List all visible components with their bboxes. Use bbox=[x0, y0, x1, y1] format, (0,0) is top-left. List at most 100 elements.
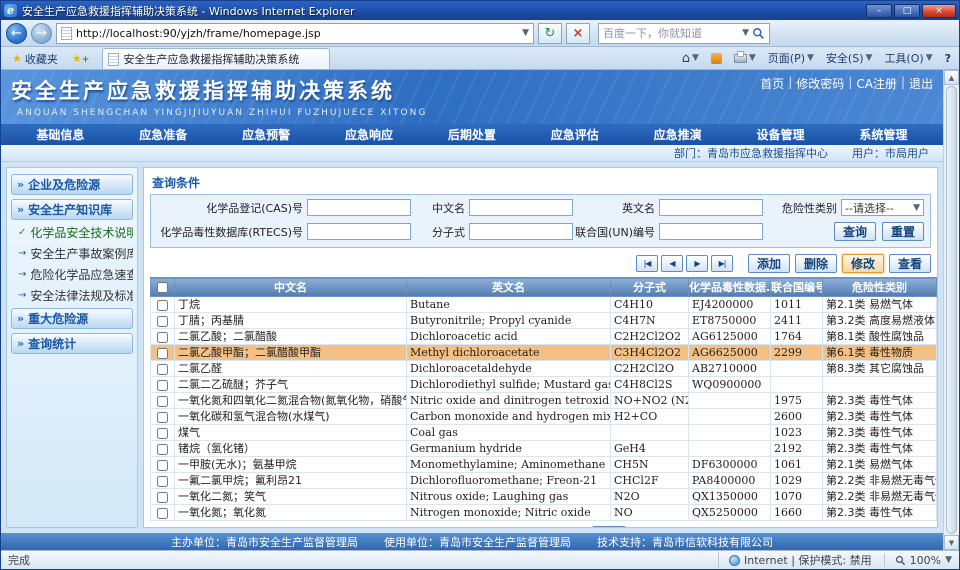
table-row[interactable]: 一氧化碳和氢气混合物(水煤气)Carbon monoxide and hydro… bbox=[151, 409, 937, 425]
query-input[interactable] bbox=[469, 199, 573, 216]
back-button[interactable]: ← bbox=[6, 23, 27, 44]
sidebar-group[interactable]: »查询统计 bbox=[11, 333, 133, 354]
row-checkbox[interactable] bbox=[157, 348, 168, 359]
nav-item[interactable]: 应急响应 bbox=[345, 126, 393, 143]
nav-item[interactable]: 系统管理 bbox=[859, 126, 907, 143]
table-cell: Germanium hydride bbox=[407, 441, 611, 457]
nav-item[interactable]: 应急推演 bbox=[654, 126, 702, 143]
scroll-down-icon[interactable]: ▼ bbox=[944, 535, 959, 550]
hazard-class-select[interactable]: --请选择--▼ bbox=[841, 199, 924, 216]
action-button-查看[interactable]: 查看 bbox=[889, 254, 931, 273]
search-input[interactable]: 百度一下，你就知道 bbox=[603, 25, 739, 41]
row-checkbox[interactable] bbox=[157, 508, 168, 519]
refresh-button[interactable]: ↻ bbox=[538, 23, 562, 44]
feeds-button[interactable] bbox=[707, 52, 726, 65]
nav-item[interactable]: 基础信息 bbox=[36, 126, 84, 143]
query-input[interactable] bbox=[469, 223, 573, 240]
address-input[interactable]: http://localhost:90/yjzh/frame/homepage.… bbox=[56, 23, 534, 44]
row-checkbox[interactable] bbox=[157, 460, 168, 471]
table-row[interactable]: 一氟二氯甲烷；氟利昂21Dichlorofluoromethane; Freon… bbox=[151, 473, 937, 489]
sidebar-item[interactable]: →安全生产事故案例库 bbox=[11, 245, 133, 262]
menu-button[interactable]: 页面(P)▼ bbox=[764, 49, 818, 67]
query-input[interactable] bbox=[307, 199, 411, 216]
forward-button[interactable]: → bbox=[31, 23, 52, 44]
menu-button[interactable]: 安全(S)▼ bbox=[822, 49, 877, 67]
query-input[interactable] bbox=[307, 223, 411, 240]
nav-item[interactable]: 后期处置 bbox=[448, 126, 496, 143]
table-row[interactable]: 丁腈；丙基腈Butyronitrile; Propyl cyanideC4H7N… bbox=[151, 313, 937, 329]
minimize-button[interactable]: – bbox=[866, 4, 892, 18]
table-row[interactable]: 丁烷ButaneC4H10EJ42000001011第2.1类 易燃气体 bbox=[151, 297, 937, 313]
table-row[interactable]: 二氯乙醛DichloroacetaldehydeC2H2Cl2OAB271000… bbox=[151, 361, 937, 377]
row-checkbox[interactable] bbox=[157, 380, 168, 391]
search-button[interactable]: 查询 bbox=[834, 222, 876, 241]
stop-button[interactable]: × bbox=[566, 23, 590, 44]
table-row[interactable]: 二氯乙酸；二氯醋酸Dichloroacetic acidC2H2Cl2O2AG6… bbox=[151, 329, 937, 345]
last-page-button[interactable]: ▶| bbox=[711, 255, 733, 272]
print-button[interactable]: ▼ bbox=[730, 52, 760, 64]
prev-page-button[interactable]: ◀ bbox=[661, 255, 683, 272]
row-checkbox[interactable] bbox=[157, 412, 168, 423]
nav-item[interactable]: 应急评估 bbox=[551, 126, 599, 143]
table-row[interactable]: 一氧化氮；氧化氮Nitrogen monoxide; Nitric oxideN… bbox=[151, 505, 937, 521]
favorites-button[interactable]: ★ 收藏夹 bbox=[5, 49, 65, 68]
zoom-dropdown-icon[interactable]: ▼ bbox=[945, 555, 952, 565]
query-input[interactable] bbox=[659, 223, 763, 240]
first-page-button[interactable]: |◀ bbox=[636, 255, 658, 272]
search-box[interactable]: 百度一下，你就知道 ▼ bbox=[598, 23, 770, 44]
row-checkbox[interactable] bbox=[157, 444, 168, 455]
sidebar-group[interactable]: »企业及危险源 bbox=[11, 174, 133, 195]
row-checkbox[interactable] bbox=[157, 332, 168, 343]
zoom-control[interactable]: 100% ▼ bbox=[884, 554, 952, 567]
row-checkbox[interactable] bbox=[157, 428, 168, 439]
table-row[interactable]: 一甲胺(无水)；氨基甲烷Monomethylamine; Aminomethan… bbox=[151, 457, 937, 473]
address-dropdown-icon[interactable]: ▼ bbox=[522, 28, 529, 38]
next-page-button[interactable]: ▶ bbox=[686, 255, 708, 272]
select-all-checkbox[interactable] bbox=[157, 282, 168, 293]
table-row[interactable]: 二氯乙酸甲酯；二氯醋酸甲酯Methyl dichloroacetateC3H4C… bbox=[151, 345, 937, 361]
action-button-修改[interactable]: 修改 bbox=[842, 254, 884, 273]
vertical-scrollbar[interactable]: ▲ ▼ bbox=[943, 70, 959, 550]
table-row[interactable]: 二氯二乙硫醚；芥子气Dichlorodiethyl sulfide; Musta… bbox=[151, 377, 937, 393]
table-row[interactable]: 锗烷（氢化锗）Germanium hydrideGeH42192第2.3类 毒性… bbox=[151, 441, 937, 457]
sidebar-group[interactable]: »安全生产知识库 bbox=[11, 199, 133, 220]
action-button-添加[interactable]: 添加 bbox=[748, 254, 790, 273]
row-checkbox[interactable] bbox=[157, 396, 168, 407]
add-favorite-button[interactable]: ★+ bbox=[65, 49, 97, 68]
sidebar-group[interactable]: »重大危险源 bbox=[11, 308, 133, 329]
header-link[interactable]: 首页 bbox=[760, 75, 784, 92]
reset-button[interactable]: 重置 bbox=[882, 222, 924, 241]
row-checkbox[interactable] bbox=[157, 316, 168, 327]
nav-item[interactable]: 设备管理 bbox=[757, 126, 805, 143]
query-input[interactable] bbox=[659, 199, 763, 216]
row-checkbox[interactable] bbox=[157, 364, 168, 375]
row-checkbox[interactable] bbox=[157, 476, 168, 487]
browser-tab[interactable]: 安全生产应急救援指挥辅助决策系统 bbox=[102, 48, 330, 69]
menu-button[interactable]: 工具(O)▼ bbox=[880, 49, 936, 67]
row-checkbox[interactable] bbox=[157, 492, 168, 503]
chevrons-icon: » bbox=[17, 337, 24, 350]
goto-page-button[interactable]: 转到 bbox=[592, 526, 626, 528]
sidebar-item[interactable]: ✓化学品安全技术说明书 bbox=[11, 224, 133, 241]
header-link[interactable]: 修改密码 bbox=[796, 75, 844, 92]
nav-item[interactable]: 应急预警 bbox=[242, 126, 290, 143]
header-link[interactable]: CA注册 bbox=[856, 75, 897, 92]
nav-item[interactable]: 应急准备 bbox=[139, 126, 187, 143]
close-button[interactable]: × bbox=[922, 4, 956, 18]
search-icon[interactable] bbox=[752, 27, 765, 40]
help-button[interactable]: ? bbox=[941, 51, 955, 66]
row-checkbox[interactable] bbox=[157, 300, 168, 311]
search-dropdown-icon[interactable]: ▼ bbox=[742, 28, 749, 38]
page-number-input[interactable] bbox=[630, 527, 660, 529]
scroll-up-icon[interactable]: ▲ bbox=[944, 70, 959, 85]
home-button[interactable]: ⌂▼ bbox=[678, 50, 703, 67]
sidebar-item[interactable]: →危险化学品应急速查手... bbox=[11, 266, 133, 283]
scrollbar-thumb[interactable] bbox=[946, 86, 957, 534]
maximize-button[interactable]: □ bbox=[894, 4, 920, 18]
action-button-删除[interactable]: 删除 bbox=[795, 254, 837, 273]
table-row[interactable]: 煤气Coal gas1023第2.3类 毒性气体 bbox=[151, 425, 937, 441]
sidebar-item[interactable]: →安全法律法规及标准库 bbox=[11, 287, 133, 304]
table-row[interactable]: 一氧化二氮；笑气Nitrous oxide; Laughing gasN2OQX… bbox=[151, 489, 937, 505]
header-link[interactable]: 退出 bbox=[909, 75, 933, 92]
table-row[interactable]: 一氧化氮和四氧化二氮混合物(氮氧化物，硝酸气，氧化氮气体)Nitric oxid… bbox=[151, 393, 937, 409]
